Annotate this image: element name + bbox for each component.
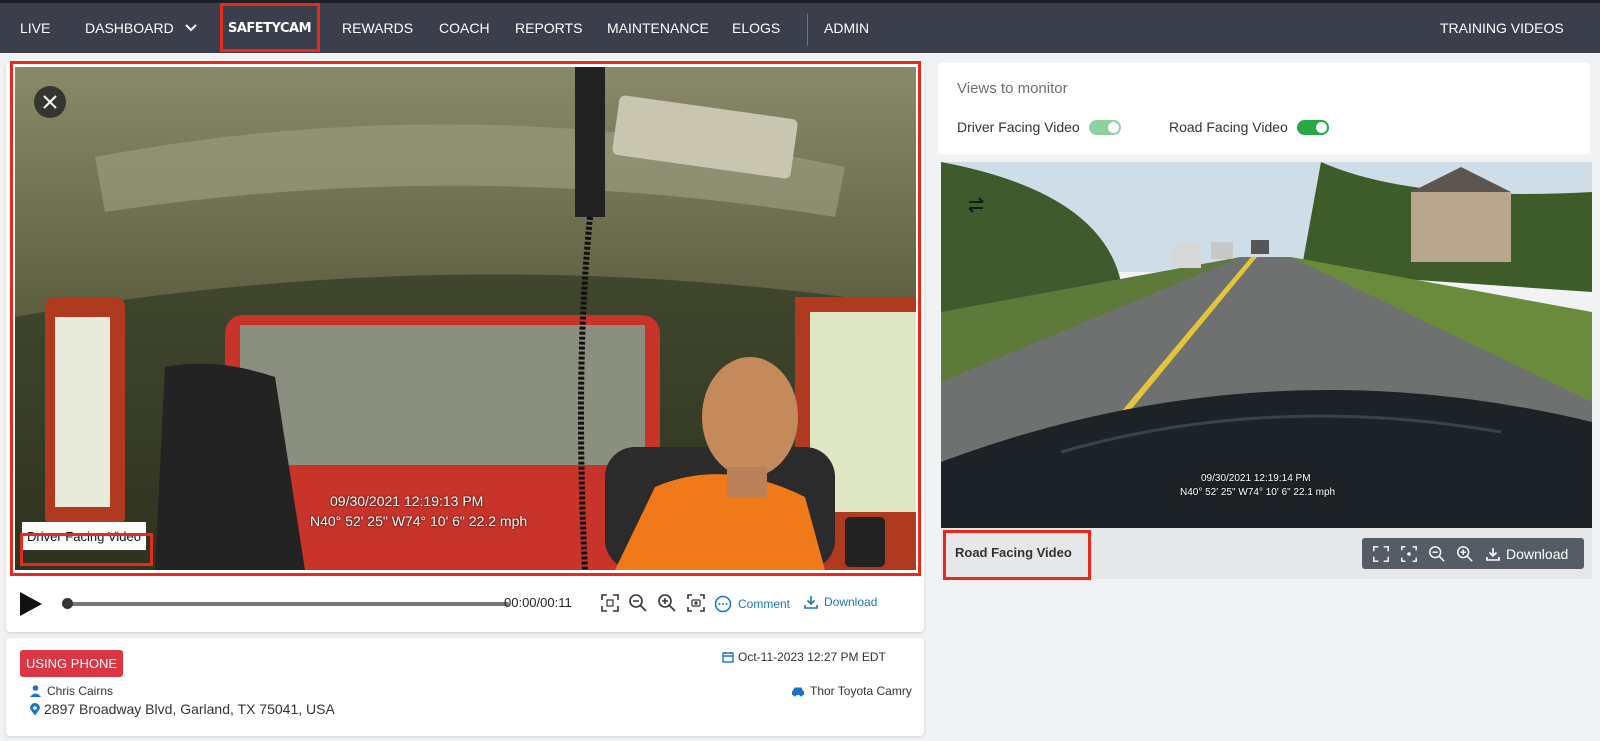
nav-maintenance[interactable]: MAINTENANCE [607,3,709,53]
swap-view-button[interactable] [965,194,987,221]
nav-reports-label: REPORTS [515,20,583,36]
user-icon [30,685,41,697]
zoom-in-icon[interactable] [1456,545,1474,563]
road-video-toolbar: Road Facing Video Download [941,528,1592,579]
map-pin-icon [30,702,40,715]
zoom-in-icon[interactable] [657,593,677,613]
driver-view-toggle-row: Driver Facing Video [957,119,1121,135]
comment-icon [714,595,732,613]
nav-elogs-label: ELOGS [732,20,781,36]
seek-bar[interactable] [67,602,509,606]
road-osd-location: N40° 52' 25" W74° 10' 6" 22.1 mph [1180,487,1336,498]
driver-view-toggle[interactable] [1088,119,1121,135]
event-vehicle: Thor Toyota Camry [791,684,912,698]
road-view-toggle-label: Road Facing Video [1169,119,1288,135]
video-controls: 00:00/00:11 Comment Download [10,584,920,624]
nav-rewards-label: REWARDS [342,20,414,36]
event-address: 2897 Broadway Blvd, Garland, TX 75041, U… [30,701,335,717]
event-info-card: USING PHONE Oct-11-2023 12:27 PM EDT Chr… [6,638,924,736]
nav-live-label: LIVE [20,20,51,36]
road-download-button[interactable]: Download [1486,546,1568,562]
views-title: Views to monitor [957,80,1068,97]
nav-safetycam-label: SAFETYCAM [228,20,312,36]
top-navigation: LIVE DASHBOARD SAFETYCAM REWARDS COACH R… [0,0,1600,53]
play-icon[interactable] [18,590,44,618]
nav-training-videos-label: TRAINING VIDEOS [1440,20,1564,36]
download-icon [1486,547,1500,561]
road-download-label: Download [1506,545,1569,562]
nav-live[interactable]: LIVE [20,3,50,53]
comment-label: Comment [738,597,791,611]
screenshot-icon[interactable] [1400,545,1418,563]
nav-safetycam[interactable]: SAFETYCAM [228,3,312,53]
car-icon [792,687,804,696]
fullscreen-icon[interactable] [1372,545,1390,563]
vehicle-name: Thor Toyota Camry [810,684,912,698]
address-text: 2897 Broadway Blvd, Garland, TX 75041, U… [44,701,335,717]
nav-elogs[interactable]: ELOGS [732,3,780,53]
nav-divider [807,13,808,46]
nav-rewards[interactable]: REWARDS [342,3,413,53]
driver-view-toggle-label: Driver Facing Video [957,119,1080,135]
event-datetime-text: Oct-11-2023 12:27 PM EDT [738,650,886,664]
nav-reports[interactable]: REPORTS [515,3,582,53]
road-view-toggle-row: Road Facing Video [1169,119,1329,135]
road-video-player[interactable]: 09/30/2021 12:19:14 PM N40° 52' 25" W74°… [941,162,1592,528]
road-osd-datetime: 09/30/2021 12:19:14 PM [1201,473,1311,484]
calendar-icon [722,652,734,663]
playback-time: 00:00/00:11 [504,595,572,610]
fullscreen-icon[interactable] [600,593,620,613]
download-label: Download [824,595,878,609]
comment-button[interactable]: Comment [714,595,790,613]
chevron-down-icon [184,24,197,32]
nav-coach[interactable]: COACH [439,3,490,53]
nav-admin-label: ADMIN [824,20,870,36]
nav-dashboard-label: DASHBOARD [85,20,174,36]
nav-dashboard[interactable]: DASHBOARD [85,3,198,53]
event-driver: Chris Cairns [30,684,113,698]
swap-icon [968,197,984,213]
close-video-button[interactable] [34,86,66,118]
screenshot-icon[interactable] [686,593,706,613]
driver-name: Chris Cairns [47,684,114,698]
event-type-badge: USING PHONE [20,650,124,677]
driver-osd-location: N40° 52' 25" W74° 10' 6" 22.2 mph [310,513,528,529]
download-icon [804,596,818,609]
road-view-toggle[interactable] [1296,119,1329,135]
driver-video-player[interactable]: 09/30/2021 12:19:13 PM N40° 52' 25" W74°… [10,62,921,575]
views-to-monitor-card: Views to monitor Driver Facing Video Roa… [938,63,1590,154]
driver-video-label: Driver Facing Video [22,522,146,550]
nav-coach-label: COACH [439,20,490,36]
driver-osd-datetime: 09/30/2021 12:19:13 PM [330,493,484,509]
nav-admin[interactable]: ADMIN [824,3,869,53]
seek-handle[interactable] [62,598,73,609]
road-video-tools: Download [1362,538,1584,569]
nav-training-videos[interactable]: TRAINING VIDEOS [1440,3,1564,53]
road-video-label: Road Facing Video [955,545,1072,560]
zoom-out-icon[interactable] [628,593,648,613]
event-datetime: Oct-11-2023 12:27 PM EDT [722,650,886,664]
download-button[interactable]: Download [804,595,877,609]
nav-maintenance-label: MAINTENANCE [607,20,709,36]
zoom-out-icon[interactable] [1428,545,1446,563]
close-icon [43,95,57,109]
